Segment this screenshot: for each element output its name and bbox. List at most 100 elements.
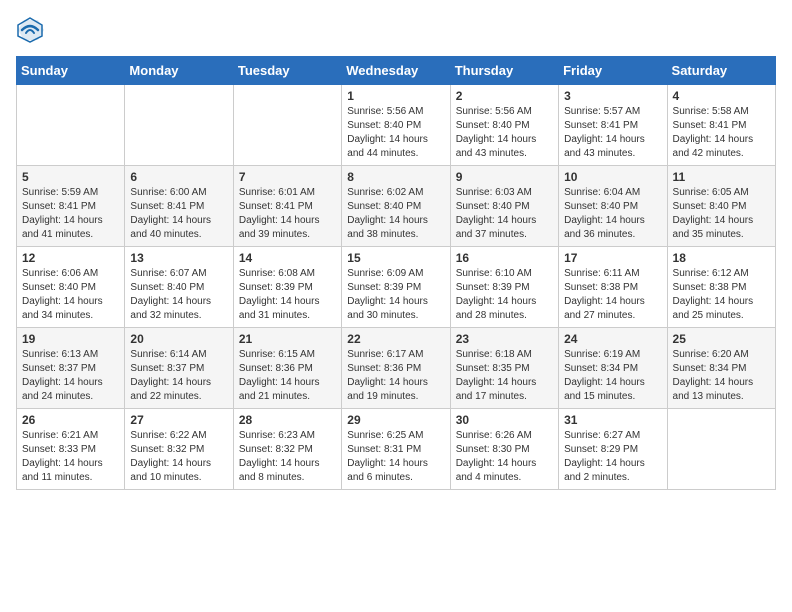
day-info: Sunrise: 6:02 AM Sunset: 8:40 PM Dayligh… xyxy=(347,186,444,242)
day-info: Sunrise: 6:23 AM Sunset: 8:32 PM Dayligh… xyxy=(239,429,336,485)
day-info: Sunrise: 5:56 AM Sunset: 8:40 PM Dayligh… xyxy=(456,105,553,161)
day-number: 22 xyxy=(347,332,444,346)
day-info: Sunrise: 5:56 AM Sunset: 8:40 PM Dayligh… xyxy=(347,105,444,161)
calendar-cell: 23 Sunrise: 6:18 AM Sunset: 8:35 PM Dayli… xyxy=(450,328,558,409)
day-number: 20 xyxy=(130,332,227,346)
day-number: 3 xyxy=(564,89,661,103)
day-number: 24 xyxy=(564,332,661,346)
day-info: Sunrise: 6:14 AM Sunset: 8:37 PM Dayligh… xyxy=(130,348,227,404)
day-info: Sunrise: 6:20 AM Sunset: 8:34 PM Dayligh… xyxy=(673,348,770,404)
day-number: 28 xyxy=(239,413,336,427)
calendar-cell: 12 Sunrise: 6:06 AM Sunset: 8:40 PM Dayli… xyxy=(17,247,125,328)
day-info: Sunrise: 6:17 AM Sunset: 8:36 PM Dayligh… xyxy=(347,348,444,404)
day-number: 12 xyxy=(22,251,119,265)
calendar-cell: 27Sunrise: 6:22 AM Sunset: 8:32 PM Dayli… xyxy=(125,409,233,490)
day-info: Sunrise: 6:07 AM Sunset: 8:40 PM Dayligh… xyxy=(130,267,227,323)
day-info: Sunrise: 6:19 AM Sunset: 8:34 PM Dayligh… xyxy=(564,348,661,404)
calendar-cell: 13 Sunrise: 6:07 AM Sunset: 8:40 PM Dayli… xyxy=(125,247,233,328)
day-info: Sunrise: 6:26 AM Sunset: 8:30 PM Dayligh… xyxy=(456,429,553,485)
calendar-cell: 4 Sunrise: 5:58 AM Sunset: 8:41 PM Daylig… xyxy=(667,85,775,166)
day-info: Sunrise: 6:04 AM Sunset: 8:40 PM Dayligh… xyxy=(564,186,661,242)
calendar-cell: 14 Sunrise: 6:08 AM Sunset: 8:39 PM Dayli… xyxy=(233,247,341,328)
weekday-header: Monday xyxy=(125,57,233,85)
calendar-week-row: 12 Sunrise: 6:06 AM Sunset: 8:40 PM Dayli… xyxy=(17,247,776,328)
day-number: 13 xyxy=(130,251,227,265)
day-info: Sunrise: 5:59 AM Sunset: 8:41 PM Dayligh… xyxy=(22,186,119,242)
day-number: 18 xyxy=(673,251,770,265)
calendar-cell: 5Sunrise: 5:59 AM Sunset: 8:41 PM Daylig… xyxy=(17,166,125,247)
calendar-cell: 7 Sunrise: 6:01 AM Sunset: 8:41 PM Daylig… xyxy=(233,166,341,247)
calendar-cell: 15 Sunrise: 6:09 AM Sunset: 8:39 PM Dayli… xyxy=(342,247,450,328)
calendar-cell: 22 Sunrise: 6:17 AM Sunset: 8:36 PM Dayli… xyxy=(342,328,450,409)
calendar-cell: 19Sunrise: 6:13 AM Sunset: 8:37 PM Dayli… xyxy=(17,328,125,409)
calendar-cell xyxy=(233,85,341,166)
day-info: Sunrise: 6:03 AM Sunset: 8:40 PM Dayligh… xyxy=(456,186,553,242)
day-number: 15 xyxy=(347,251,444,265)
day-number: 19 xyxy=(22,332,119,346)
calendar-week-row: 5Sunrise: 5:59 AM Sunset: 8:41 PM Daylig… xyxy=(17,166,776,247)
calendar-table: SundayMondayTuesdayWednesdayThursdayFrid… xyxy=(16,56,776,490)
day-info: Sunrise: 6:12 AM Sunset: 8:38 PM Dayligh… xyxy=(673,267,770,323)
day-info: Sunrise: 5:58 AM Sunset: 8:41 PM Dayligh… xyxy=(673,105,770,161)
day-number: 26 xyxy=(22,413,119,427)
calendar-cell: 3Sunrise: 5:57 AM Sunset: 8:41 PM Daylig… xyxy=(559,85,667,166)
calendar-cell: 6 Sunrise: 6:00 AM Sunset: 8:41 PM Daylig… xyxy=(125,166,233,247)
day-info: Sunrise: 6:05 AM Sunset: 8:40 PM Dayligh… xyxy=(673,186,770,242)
calendar-cell: 24 Sunrise: 6:19 AM Sunset: 8:34 PM Dayli… xyxy=(559,328,667,409)
day-info: Sunrise: 6:08 AM Sunset: 8:39 PM Dayligh… xyxy=(239,267,336,323)
day-info: Sunrise: 6:01 AM Sunset: 8:41 PM Dayligh… xyxy=(239,186,336,242)
page-header xyxy=(16,16,776,44)
calendar-cell: 30 Sunrise: 6:26 AM Sunset: 8:30 PM Dayli… xyxy=(450,409,558,490)
day-number: 2 xyxy=(456,89,553,103)
calendar-cell: 1 Sunrise: 5:56 AM Sunset: 8:40 PM Daylig… xyxy=(342,85,450,166)
calendar-cell xyxy=(125,85,233,166)
day-number: 23 xyxy=(456,332,553,346)
day-number: 10 xyxy=(564,170,661,184)
day-info: Sunrise: 6:00 AM Sunset: 8:41 PM Dayligh… xyxy=(130,186,227,242)
day-number: 6 xyxy=(130,170,227,184)
calendar-cell: 29Sunrise: 6:25 AM Sunset: 8:31 PM Dayli… xyxy=(342,409,450,490)
calendar-cell: 10 Sunrise: 6:04 AM Sunset: 8:40 PM Dayli… xyxy=(559,166,667,247)
calendar-cell: 21 Sunrise: 6:15 AM Sunset: 8:36 PM Dayli… xyxy=(233,328,341,409)
calendar-cell: 11 Sunrise: 6:05 AM Sunset: 8:40 PM Dayli… xyxy=(667,166,775,247)
day-number: 4 xyxy=(673,89,770,103)
calendar-cell: 18 Sunrise: 6:12 AM Sunset: 8:38 PM Dayli… xyxy=(667,247,775,328)
day-number: 11 xyxy=(673,170,770,184)
calendar-cell: 9 Sunrise: 6:03 AM Sunset: 8:40 PM Daylig… xyxy=(450,166,558,247)
weekday-header: Sunday xyxy=(17,57,125,85)
day-number: 16 xyxy=(456,251,553,265)
day-info: Sunrise: 6:21 AM Sunset: 8:33 PM Dayligh… xyxy=(22,429,119,485)
logo-icon xyxy=(16,16,44,44)
calendar-cell: 2 Sunrise: 5:56 AM Sunset: 8:40 PM Daylig… xyxy=(450,85,558,166)
day-number: 21 xyxy=(239,332,336,346)
calendar-cell: 28 Sunrise: 6:23 AM Sunset: 8:32 PM Dayli… xyxy=(233,409,341,490)
day-number: 7 xyxy=(239,170,336,184)
day-number: 31 xyxy=(564,413,661,427)
calendar-week-row: 26 Sunrise: 6:21 AM Sunset: 8:33 PM Dayli… xyxy=(17,409,776,490)
day-number: 8 xyxy=(347,170,444,184)
day-info: Sunrise: 6:09 AM Sunset: 8:39 PM Dayligh… xyxy=(347,267,444,323)
calendar-cell xyxy=(667,409,775,490)
day-number: 30 xyxy=(456,413,553,427)
calendar-header-row: SundayMondayTuesdayWednesdayThursdayFrid… xyxy=(17,57,776,85)
day-info: Sunrise: 6:22 AM Sunset: 8:32 PM Dayligh… xyxy=(130,429,227,485)
day-info: Sunrise: 6:10 AM Sunset: 8:39 PM Dayligh… xyxy=(456,267,553,323)
day-number: 14 xyxy=(239,251,336,265)
day-number: 17 xyxy=(564,251,661,265)
day-info: Sunrise: 6:06 AM Sunset: 8:40 PM Dayligh… xyxy=(22,267,119,323)
day-info: Sunrise: 6:15 AM Sunset: 8:36 PM Dayligh… xyxy=(239,348,336,404)
day-number: 1 xyxy=(347,89,444,103)
day-number: 29 xyxy=(347,413,444,427)
day-number: 9 xyxy=(456,170,553,184)
weekday-header: Thursday xyxy=(450,57,558,85)
calendar-cell: 26 Sunrise: 6:21 AM Sunset: 8:33 PM Dayli… xyxy=(17,409,125,490)
calendar-cell: 20 Sunrise: 6:14 AM Sunset: 8:37 PM Dayli… xyxy=(125,328,233,409)
calendar-cell: 25Sunrise: 6:20 AM Sunset: 8:34 PM Dayli… xyxy=(667,328,775,409)
calendar-cell xyxy=(17,85,125,166)
calendar-cell: 8 Sunrise: 6:02 AM Sunset: 8:40 PM Daylig… xyxy=(342,166,450,247)
day-info: Sunrise: 6:18 AM Sunset: 8:35 PM Dayligh… xyxy=(456,348,553,404)
calendar-cell: 17Sunrise: 6:11 AM Sunset: 8:38 PM Dayli… xyxy=(559,247,667,328)
calendar-cell: 16 Sunrise: 6:10 AM Sunset: 8:39 PM Dayli… xyxy=(450,247,558,328)
day-info: Sunrise: 6:27 AM Sunset: 8:29 PM Dayligh… xyxy=(564,429,661,485)
calendar-week-row: 1 Sunrise: 5:56 AM Sunset: 8:40 PM Daylig… xyxy=(17,85,776,166)
